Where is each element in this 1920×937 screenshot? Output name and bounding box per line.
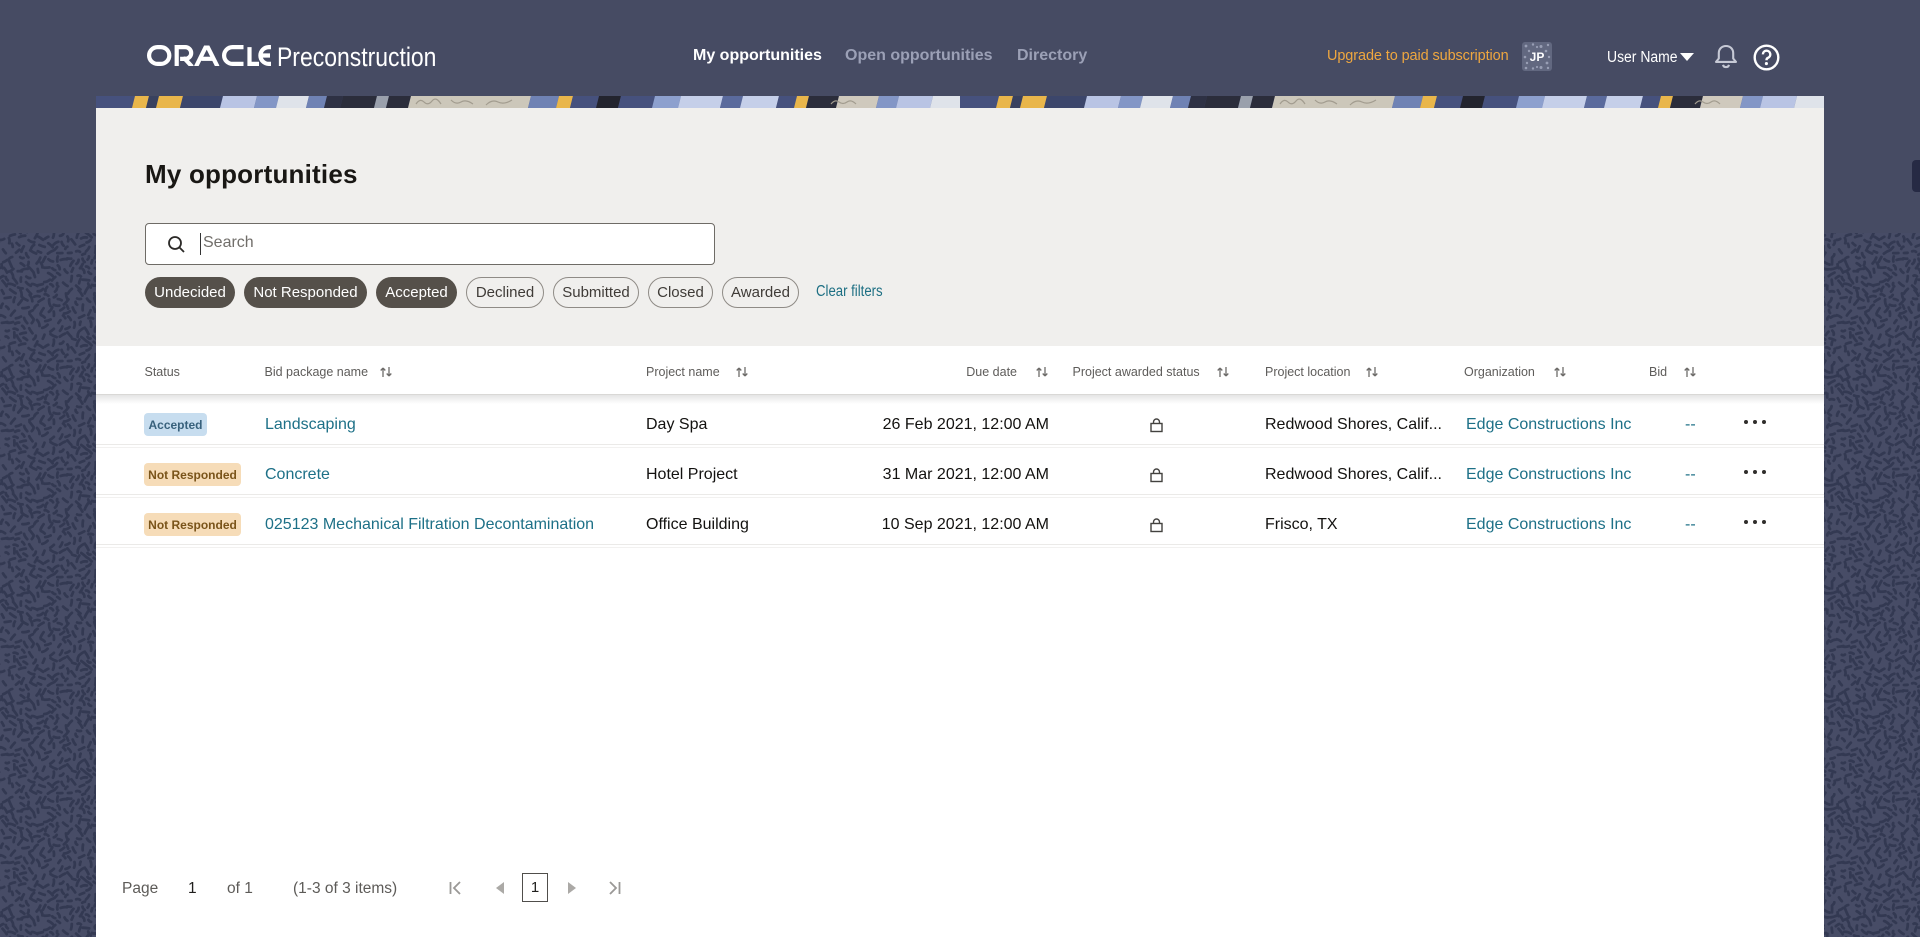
svg-text:JP: JP xyxy=(1530,50,1545,64)
